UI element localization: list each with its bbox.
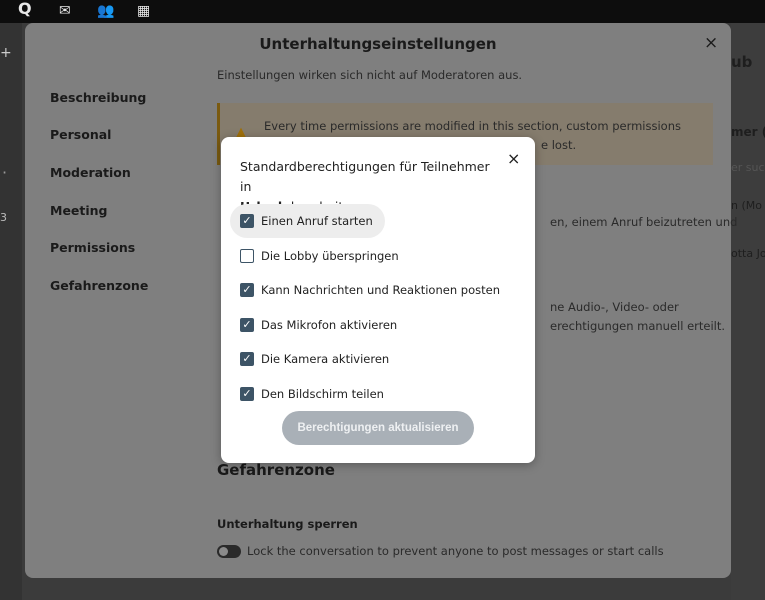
option-label: Einen Anruf starten <box>261 214 373 228</box>
warning-text: Every time permissions are modified in t… <box>264 119 681 133</box>
dialog-title-text: Standardberechtigungen für Teilnehmer in <box>240 159 490 194</box>
nav-beschreibung[interactable]: Beschreibung <box>50 90 146 105</box>
checkbox-checked-icon[interactable]: ✓ <box>240 214 254 228</box>
mail-icon[interactable]: ✉ <box>59 4 71 18</box>
update-permissions-button[interactable]: Berechtigungen aktualisieren <box>282 411 474 445</box>
dot: · <box>2 163 8 182</box>
nav-moderation[interactable]: Moderation <box>50 165 131 180</box>
left-sidebar: + · 3 <box>0 23 22 600</box>
nav-permissions[interactable]: Permissions <box>50 240 135 255</box>
lock-toggle[interactable] <box>217 545 241 558</box>
warning-text-2: e lost. <box>541 138 577 152</box>
lock-label: Lock the conversation to prevent anyone … <box>247 544 664 558</box>
contacts-icon[interactable]: 👥 <box>97 4 114 18</box>
checkbox-checked-icon[interactable]: ✓ <box>240 283 254 297</box>
nav-gefahrenzone[interactable]: Gefahrenzone <box>50 278 148 293</box>
permission-description: ne Audio-, Video- oder <box>550 300 679 314</box>
option-label: Kann Nachrichten und Reaktionen posten <box>261 283 500 297</box>
search-fragment[interactable]: er such <box>731 161 765 174</box>
participant-fragment[interactable]: n (Mo <box>731 199 762 212</box>
lock-heading: Unterhaltung sperren <box>217 517 358 531</box>
close-icon[interactable]: × <box>704 33 718 53</box>
right-sidebar: ub mer (2 er such n (Mo otta Jo <box>731 23 765 600</box>
option-label: Das Mikrofon aktivieren <box>261 318 398 332</box>
option-label: Die Kamera aktivieren <box>261 352 390 366</box>
close-icon[interactable]: × <box>507 149 520 168</box>
checkbox-checked-icon[interactable]: ✓ <box>240 352 254 366</box>
permissions-dialog: Standardberechtigungen für Teilnehmer in… <box>221 137 535 463</box>
permission-description: en, einem Anruf beizutreten und <box>550 215 738 229</box>
moderator-note: Einstellungen wirken sich nicht auf Mode… <box>217 68 523 82</box>
checkbox-checked-icon[interactable]: ✓ <box>240 387 254 401</box>
top-bar: Q ✉ 👥 ▦ <box>0 0 765 23</box>
permission-checkbox-option[interactable]: ✓ Den Bildschirm teilen <box>230 377 396 411</box>
room-title-fragment: ub <box>731 53 753 71</box>
add-icon[interactable]: + <box>0 45 12 61</box>
permission-checkbox-option[interactable]: ✓ Das Mikrofon aktivieren <box>230 308 409 342</box>
participants-tab-fragment[interactable]: mer (2 <box>731 125 765 139</box>
checkbox-checked-icon[interactable]: ✓ <box>240 318 254 332</box>
option-label: Den Bildschirm teilen <box>261 387 384 401</box>
count: 3 <box>0 211 7 224</box>
participant-fragment[interactable]: otta Jo <box>731 247 765 260</box>
modal-title: Unterhaltungseinstellungen <box>259 35 497 53</box>
option-label: Die Lobby überspringen <box>261 249 399 263</box>
permission-checkbox-option[interactable]: Die Lobby überspringen <box>230 239 411 273</box>
checkbox-unchecked-icon[interactable] <box>240 249 254 263</box>
nav-meeting[interactable]: Meeting <box>50 203 108 218</box>
danger-zone-heading: Gefahrenzone <box>217 461 335 479</box>
nav-personal[interactable]: Personal <box>50 127 111 142</box>
permission-checkbox-option[interactable]: ✓ Einen Anruf starten <box>230 204 385 238</box>
calendar-icon[interactable]: ▦ <box>137 4 150 18</box>
permission-description: erechtigungen manuell erteilt. <box>550 319 726 333</box>
permission-checkbox-option[interactable]: ✓ Die Kamera aktivieren <box>230 342 401 376</box>
logo-icon[interactable]: Q <box>18 1 32 17</box>
permission-checkbox-option[interactable]: ✓ Kann Nachrichten und Reaktionen posten <box>230 273 512 307</box>
